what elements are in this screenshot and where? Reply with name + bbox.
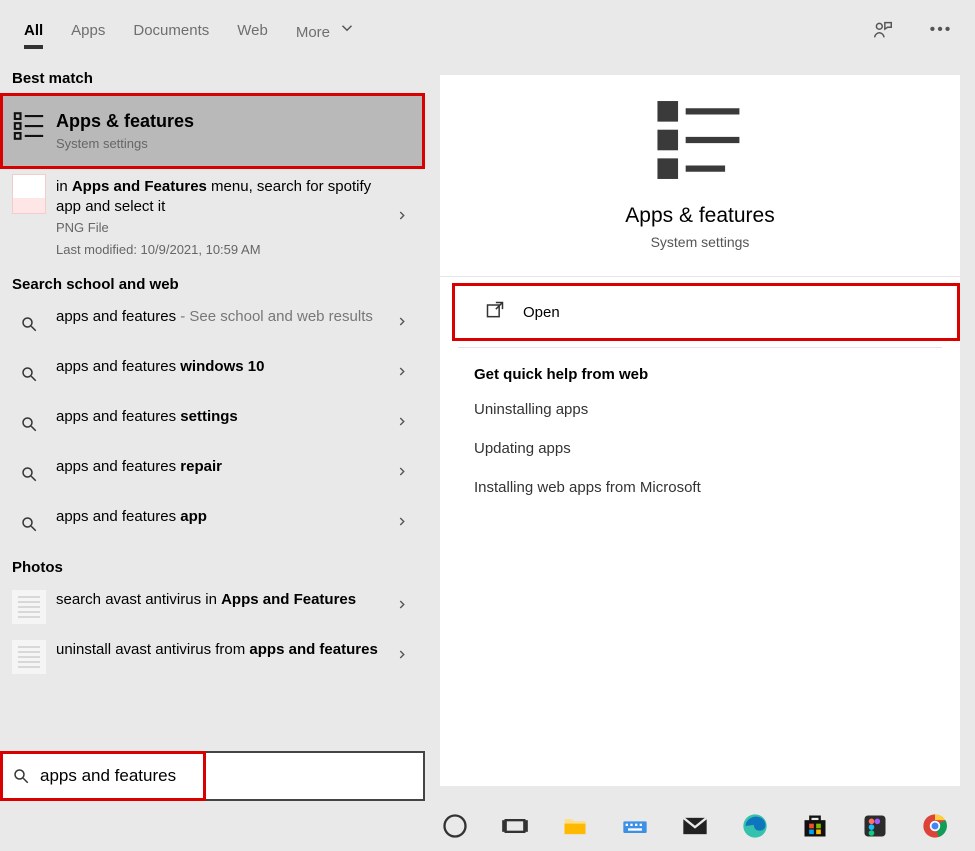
search-box-container xyxy=(0,751,425,801)
detail-title: Apps & features xyxy=(625,204,774,228)
file-explorer-icon[interactable] xyxy=(555,806,595,846)
keyboard-icon[interactable] xyxy=(615,806,655,846)
chevron-right-icon xyxy=(395,465,409,484)
photo-thumbnail-icon xyxy=(12,590,46,624)
search-icon xyxy=(12,357,46,391)
open-external-icon xyxy=(485,300,505,324)
help-header: Get quick help from web xyxy=(474,366,926,383)
chevron-right-icon xyxy=(395,515,409,534)
search-icon xyxy=(12,307,46,341)
tab-all[interactable]: All xyxy=(10,4,57,57)
search-input[interactable] xyxy=(40,766,413,786)
open-button[interactable]: Open xyxy=(455,286,590,338)
search-icon xyxy=(12,457,46,491)
section-best-match: Best match xyxy=(0,60,425,93)
result-best-match[interactable]: Apps & features System settings xyxy=(0,93,425,169)
edge-icon[interactable] xyxy=(735,806,775,846)
result-web-0[interactable]: apps and features - See school and web r… xyxy=(0,299,425,349)
tab-more[interactable]: More xyxy=(282,1,370,59)
photo-result-text: uninstall avast antivirus from apps and … xyxy=(56,640,413,660)
open-label: Open xyxy=(523,304,560,321)
chevron-right-icon xyxy=(395,365,409,384)
feedback-icon[interactable] xyxy=(869,16,897,44)
result-web-3[interactable]: apps and features repair xyxy=(0,449,425,499)
search-icon xyxy=(12,507,46,541)
web-result-text: apps and features repair xyxy=(56,457,413,477)
section-photos: Photos xyxy=(0,549,425,582)
cortana-icon[interactable] xyxy=(435,806,475,846)
apps-features-icon xyxy=(12,109,46,143)
more-options-icon[interactable]: ••• xyxy=(927,16,955,44)
detail-pane: Apps & features System settings Open Get… xyxy=(440,75,960,786)
web-result-text: apps and features - See school and web r… xyxy=(56,307,413,327)
search-icon xyxy=(12,407,46,441)
web-result-text: apps and features windows 10 xyxy=(56,357,413,377)
mail-icon[interactable] xyxy=(675,806,715,846)
search-icon xyxy=(12,767,30,785)
result-web-4[interactable]: apps and features app xyxy=(0,499,425,549)
web-result-text: apps and features settings xyxy=(56,407,413,427)
result-web-2[interactable]: apps and features settings xyxy=(0,399,425,449)
chevron-right-icon xyxy=(395,598,409,617)
chevron-right-icon xyxy=(395,648,409,667)
chrome-icon[interactable] xyxy=(915,806,955,846)
taskbar xyxy=(425,801,975,851)
file-result-modified: Last modified: 10/9/2021, 10:59 AM xyxy=(56,241,387,259)
search-filter-tabs: All Apps Documents Web More ••• xyxy=(0,0,975,60)
chevron-right-icon xyxy=(395,208,409,227)
best-match-subtitle: System settings xyxy=(56,135,387,153)
apps-features-icon xyxy=(657,97,743,188)
chevron-down-icon xyxy=(338,19,356,41)
search-box[interactable] xyxy=(0,751,425,801)
detail-subtitle: System settings xyxy=(651,234,750,250)
section-search-web: Search school and web xyxy=(0,266,425,299)
task-view-icon[interactable] xyxy=(495,806,535,846)
best-match-title: Apps & features xyxy=(56,109,387,133)
help-link-uninstalling[interactable]: Uninstalling apps xyxy=(474,401,926,418)
web-result-text: apps and features app xyxy=(56,507,413,527)
tab-documents[interactable]: Documents xyxy=(119,4,223,57)
file-thumbnail-icon xyxy=(12,177,46,211)
photo-result-text: search avast antivirus in Apps and Featu… xyxy=(56,590,413,610)
chevron-right-icon xyxy=(395,415,409,434)
file-result-type: PNG File xyxy=(56,219,387,237)
figma-icon[interactable] xyxy=(855,806,895,846)
result-web-1[interactable]: apps and features windows 10 xyxy=(0,349,425,399)
tab-more-label: More xyxy=(296,24,330,41)
help-link-updating[interactable]: Updating apps xyxy=(474,440,926,457)
microsoft-store-icon[interactable] xyxy=(795,806,835,846)
help-link-installing-web[interactable]: Installing web apps from Microsoft xyxy=(474,479,926,496)
file-result-title: in Apps and Features menu, search for sp… xyxy=(56,177,387,218)
result-file[interactable]: in Apps and Features menu, search for sp… xyxy=(0,169,425,267)
result-photo-1[interactable]: uninstall avast antivirus from apps and … xyxy=(0,632,425,682)
search-results-pane: Best match Apps & features System settin… xyxy=(0,60,425,801)
tab-web[interactable]: Web xyxy=(223,4,282,57)
tab-apps[interactable]: Apps xyxy=(57,4,119,57)
photo-thumbnail-icon xyxy=(12,640,46,674)
chevron-right-icon xyxy=(395,315,409,334)
result-photo-0[interactable]: search avast antivirus in Apps and Featu… xyxy=(0,582,425,632)
